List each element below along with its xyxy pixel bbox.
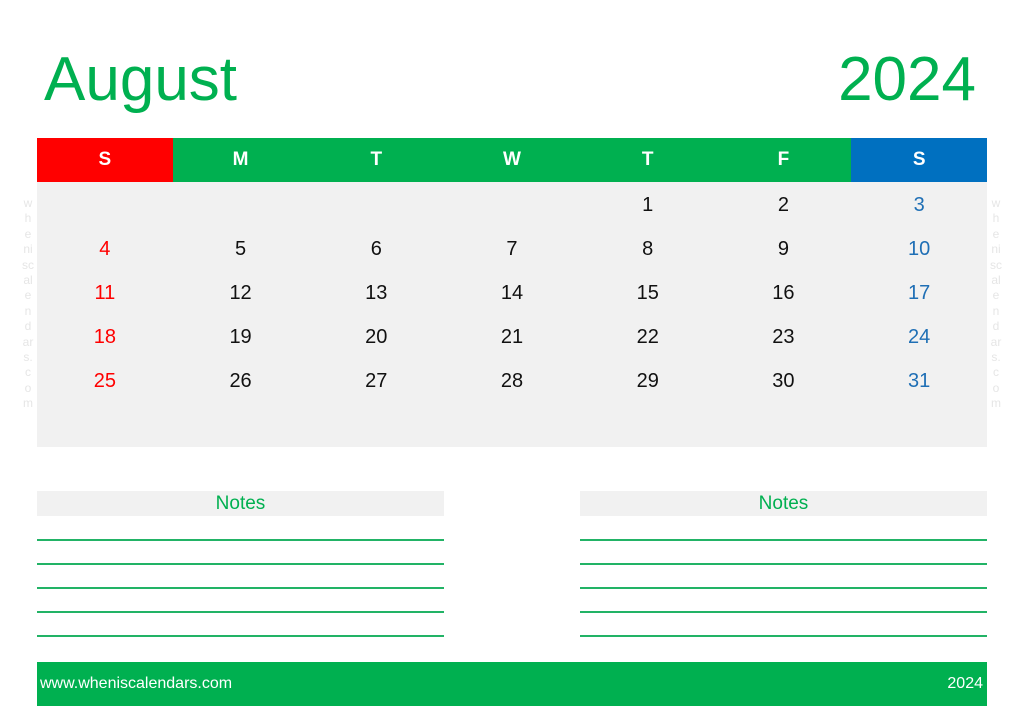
day-cell: 5	[235, 237, 247, 260]
empty-cell	[444, 403, 580, 447]
empty-cell	[173, 403, 309, 447]
empty-cell	[716, 403, 852, 447]
weekday-0: S	[37, 138, 173, 182]
day-cell: 27	[365, 369, 388, 392]
day-cell: 14	[500, 281, 524, 304]
weekday-5: F	[715, 138, 852, 182]
day-cell: 13	[365, 281, 388, 304]
empty-cell	[173, 183, 309, 227]
note-line[interactable]	[37, 635, 444, 637]
footer-website[interactable]: www.wheniscalendars.com	[40, 675, 232, 693]
day-cell: 7	[506, 237, 518, 260]
note-line[interactable]	[37, 611, 444, 613]
footer-year: 2024	[947, 675, 983, 692]
note-line[interactable]	[37, 539, 444, 541]
day-grid: 1 2 3 4 5 6 7 8 9 10 11 12 13 14 15 16 17 18 19 20 21 22 23 24 2…	[37, 182, 987, 447]
day-cell: 6	[370, 237, 382, 260]
day-cell: 17	[908, 281, 931, 304]
weekday-6: S	[851, 138, 988, 182]
note-line[interactable]	[580, 539, 987, 541]
day-cell: 25	[93, 369, 116, 392]
notes-heading: Notes	[37, 491, 444, 516]
month-title: August	[44, 45, 238, 114]
empty-cell	[37, 403, 173, 447]
weekday-2: T	[308, 138, 445, 182]
empty-cell	[308, 183, 444, 227]
day-cell: 11	[94, 281, 116, 304]
day-cell: 15	[636, 281, 659, 304]
empty-cell	[37, 183, 173, 227]
empty-cell	[308, 403, 444, 447]
day-cell: 19	[229, 325, 252, 348]
empty-cell	[580, 403, 716, 447]
weekday-3: W	[444, 138, 580, 182]
notes-heading: Notes	[580, 491, 987, 516]
day-cell: 31	[908, 369, 931, 392]
weekday-4: T	[579, 138, 716, 182]
day-cell: 23	[772, 325, 795, 348]
note-line[interactable]	[580, 635, 987, 637]
note-line[interactable]	[37, 563, 444, 565]
day-cell: 1	[642, 193, 654, 216]
weekday-header: SMTWTFS	[37, 138, 988, 182]
weekday-1: M	[172, 138, 309, 182]
day-cell: 28	[500, 369, 524, 392]
footer-bar: www.wheniscalendars.com 2024	[37, 662, 987, 706]
year-title: 2024	[838, 45, 976, 114]
notes-box-left: Notes	[37, 491, 444, 637]
note-line[interactable]	[37, 587, 444, 589]
empty-cell	[444, 183, 580, 227]
note-line[interactable]	[580, 587, 987, 589]
day-cell: 20	[365, 325, 388, 348]
day-cell: 16	[772, 281, 795, 304]
day-cell: 4	[99, 237, 111, 260]
day-cell: 26	[229, 369, 252, 392]
note-line[interactable]	[580, 563, 987, 565]
day-cell: 30	[772, 369, 795, 392]
day-cell: 8	[642, 237, 654, 260]
day-cell: 22	[636, 325, 659, 348]
day-cell: 24	[908, 325, 931, 348]
day-cell: 2	[777, 193, 789, 216]
day-cell: 9	[777, 237, 789, 260]
day-cell: 29	[636, 369, 659, 392]
day-cell: 3	[913, 193, 925, 216]
watermark-right: wheniscalendars.com	[990, 196, 1002, 411]
note-line[interactable]	[580, 611, 987, 613]
notes-box-right: Notes	[580, 491, 987, 637]
watermark-left: wheniscalendars.com	[22, 196, 34, 411]
empty-cell	[851, 403, 987, 447]
day-cell: 18	[93, 325, 116, 348]
day-cell: 21	[500, 325, 524, 348]
calendar: SMTWTFS 1 2 3 4 5 6 7 8 9 10 11 12 13 14 15 16 17 18 19 20 2…	[37, 138, 988, 447]
day-cell: 12	[229, 281, 252, 304]
day-cell: 10	[908, 237, 931, 260]
